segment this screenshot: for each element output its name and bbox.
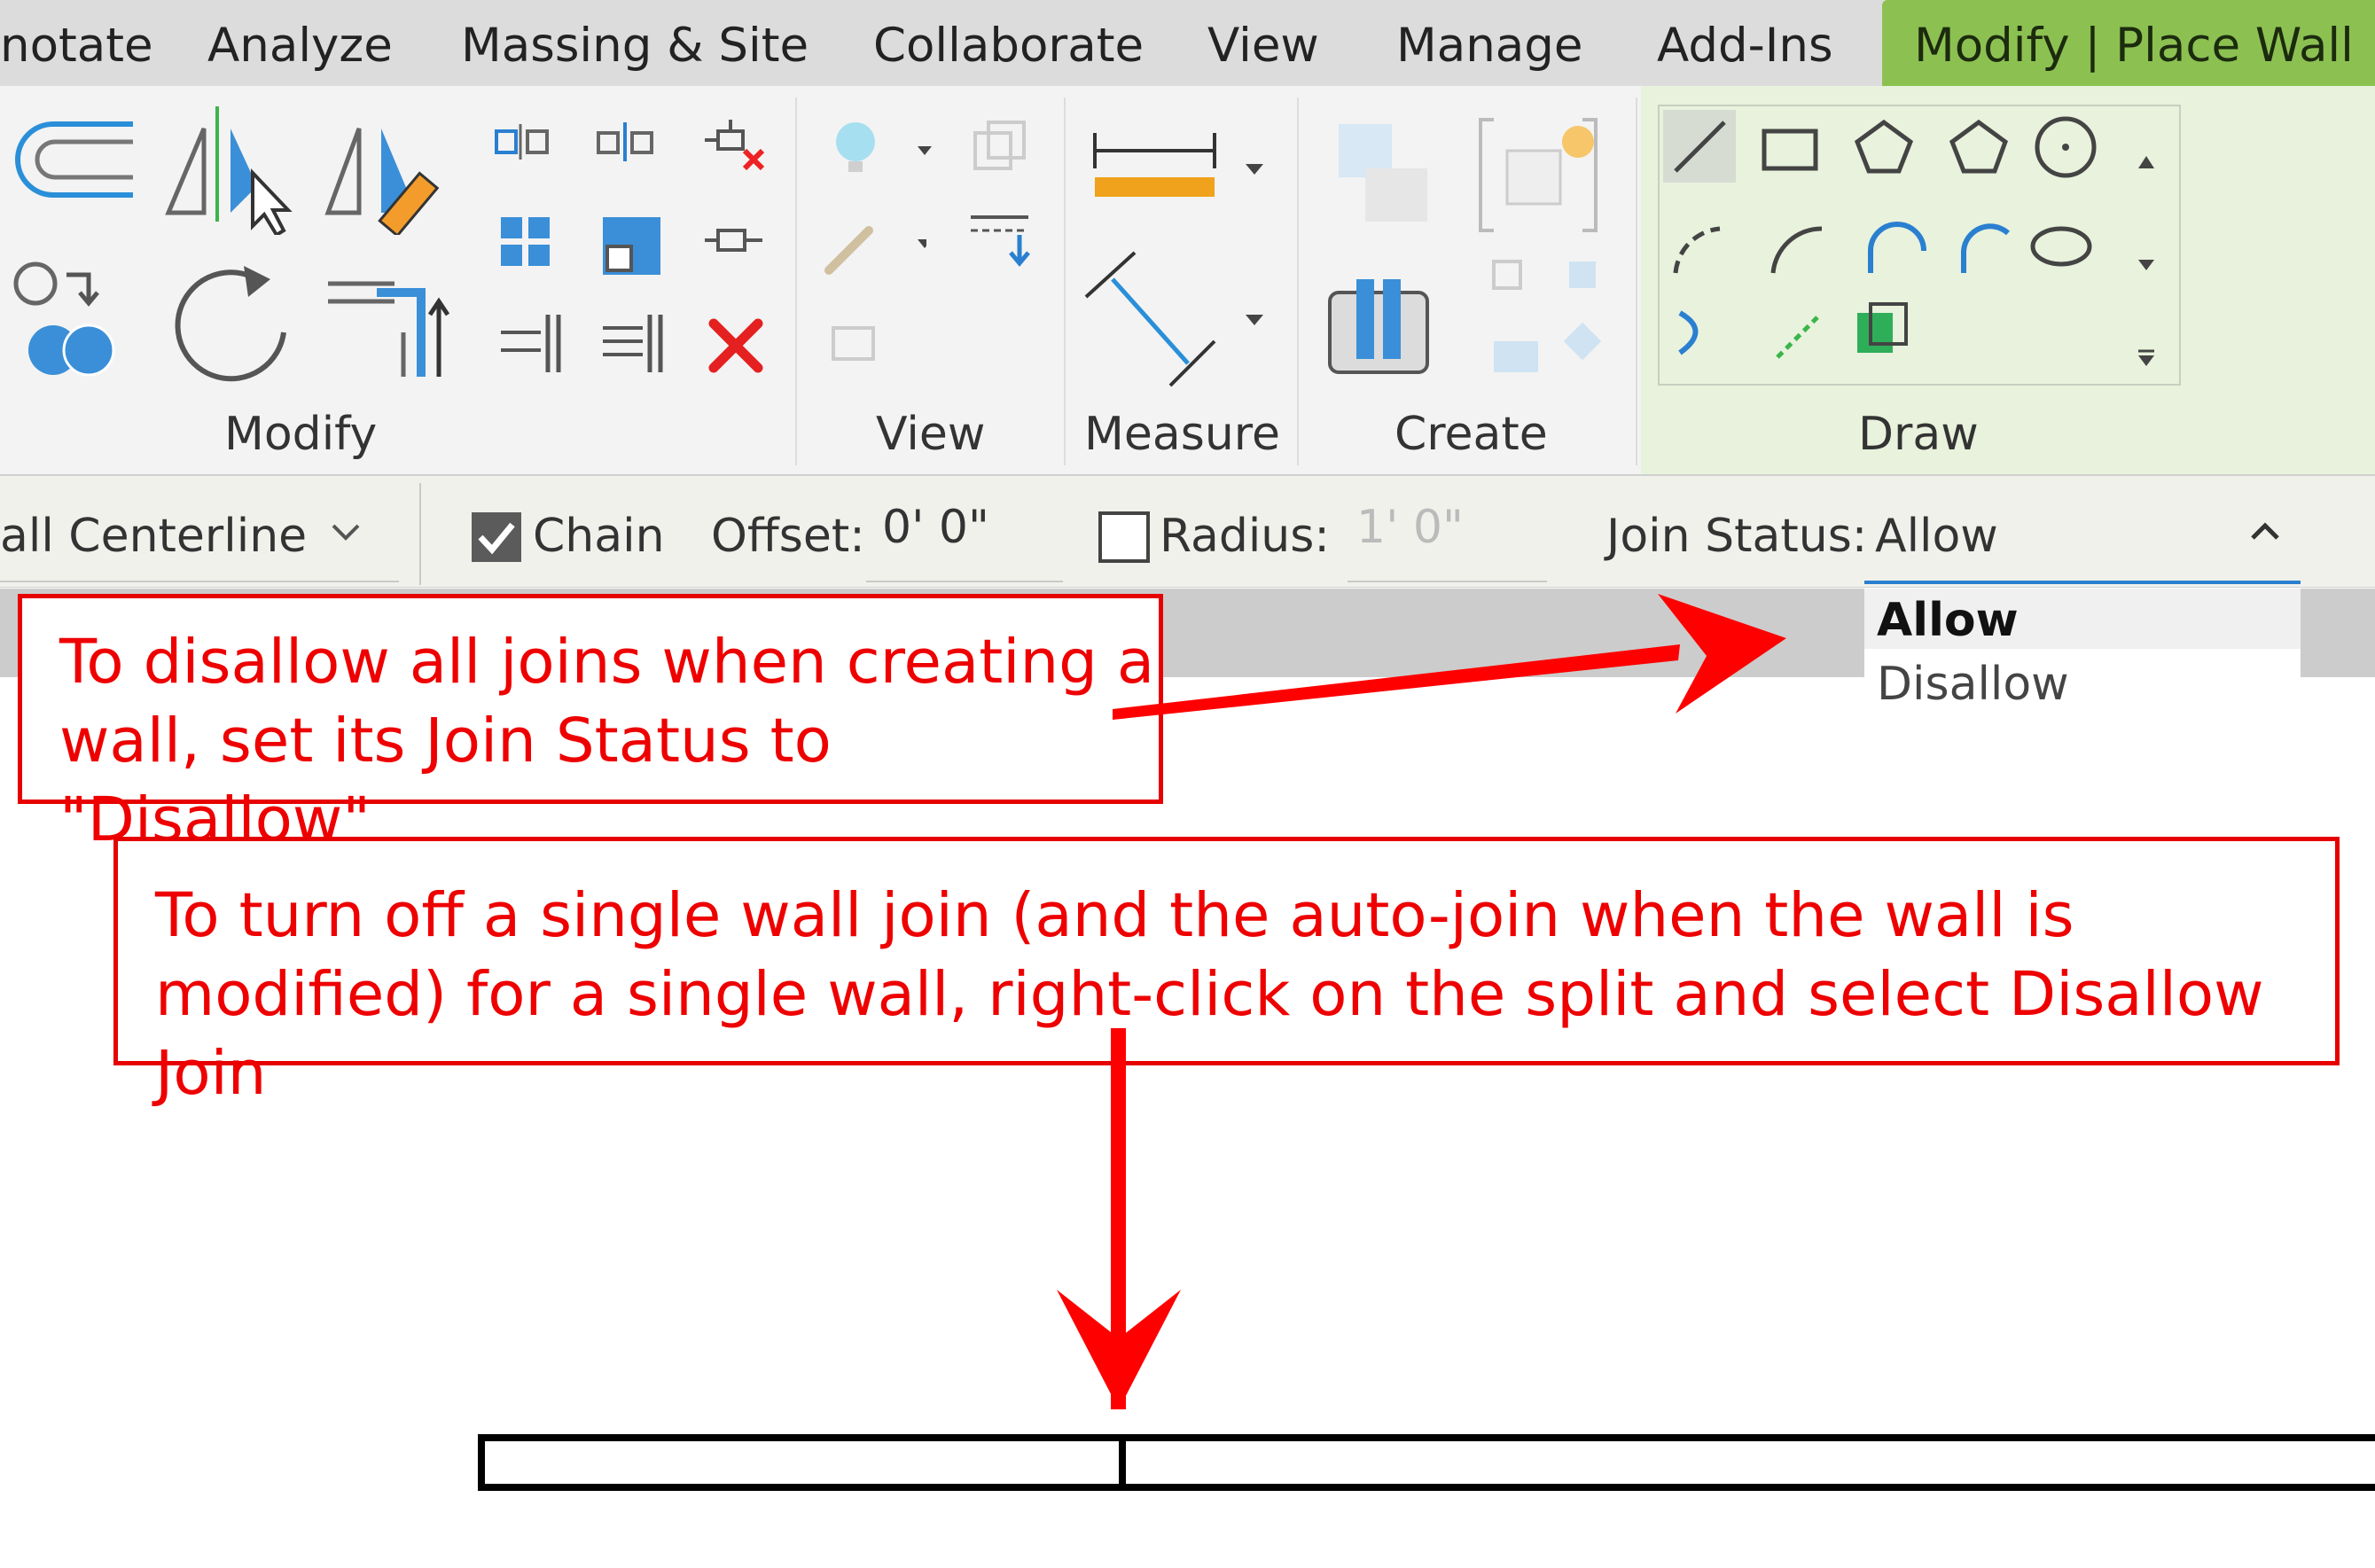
- wall-drawing: [478, 1434, 2375, 1491]
- callout-arrows: [1057, 594, 1786, 1409]
- arrow-to-join-status: [1113, 644, 1680, 720]
- wall-outline[interactable]: [478, 1434, 2375, 1491]
